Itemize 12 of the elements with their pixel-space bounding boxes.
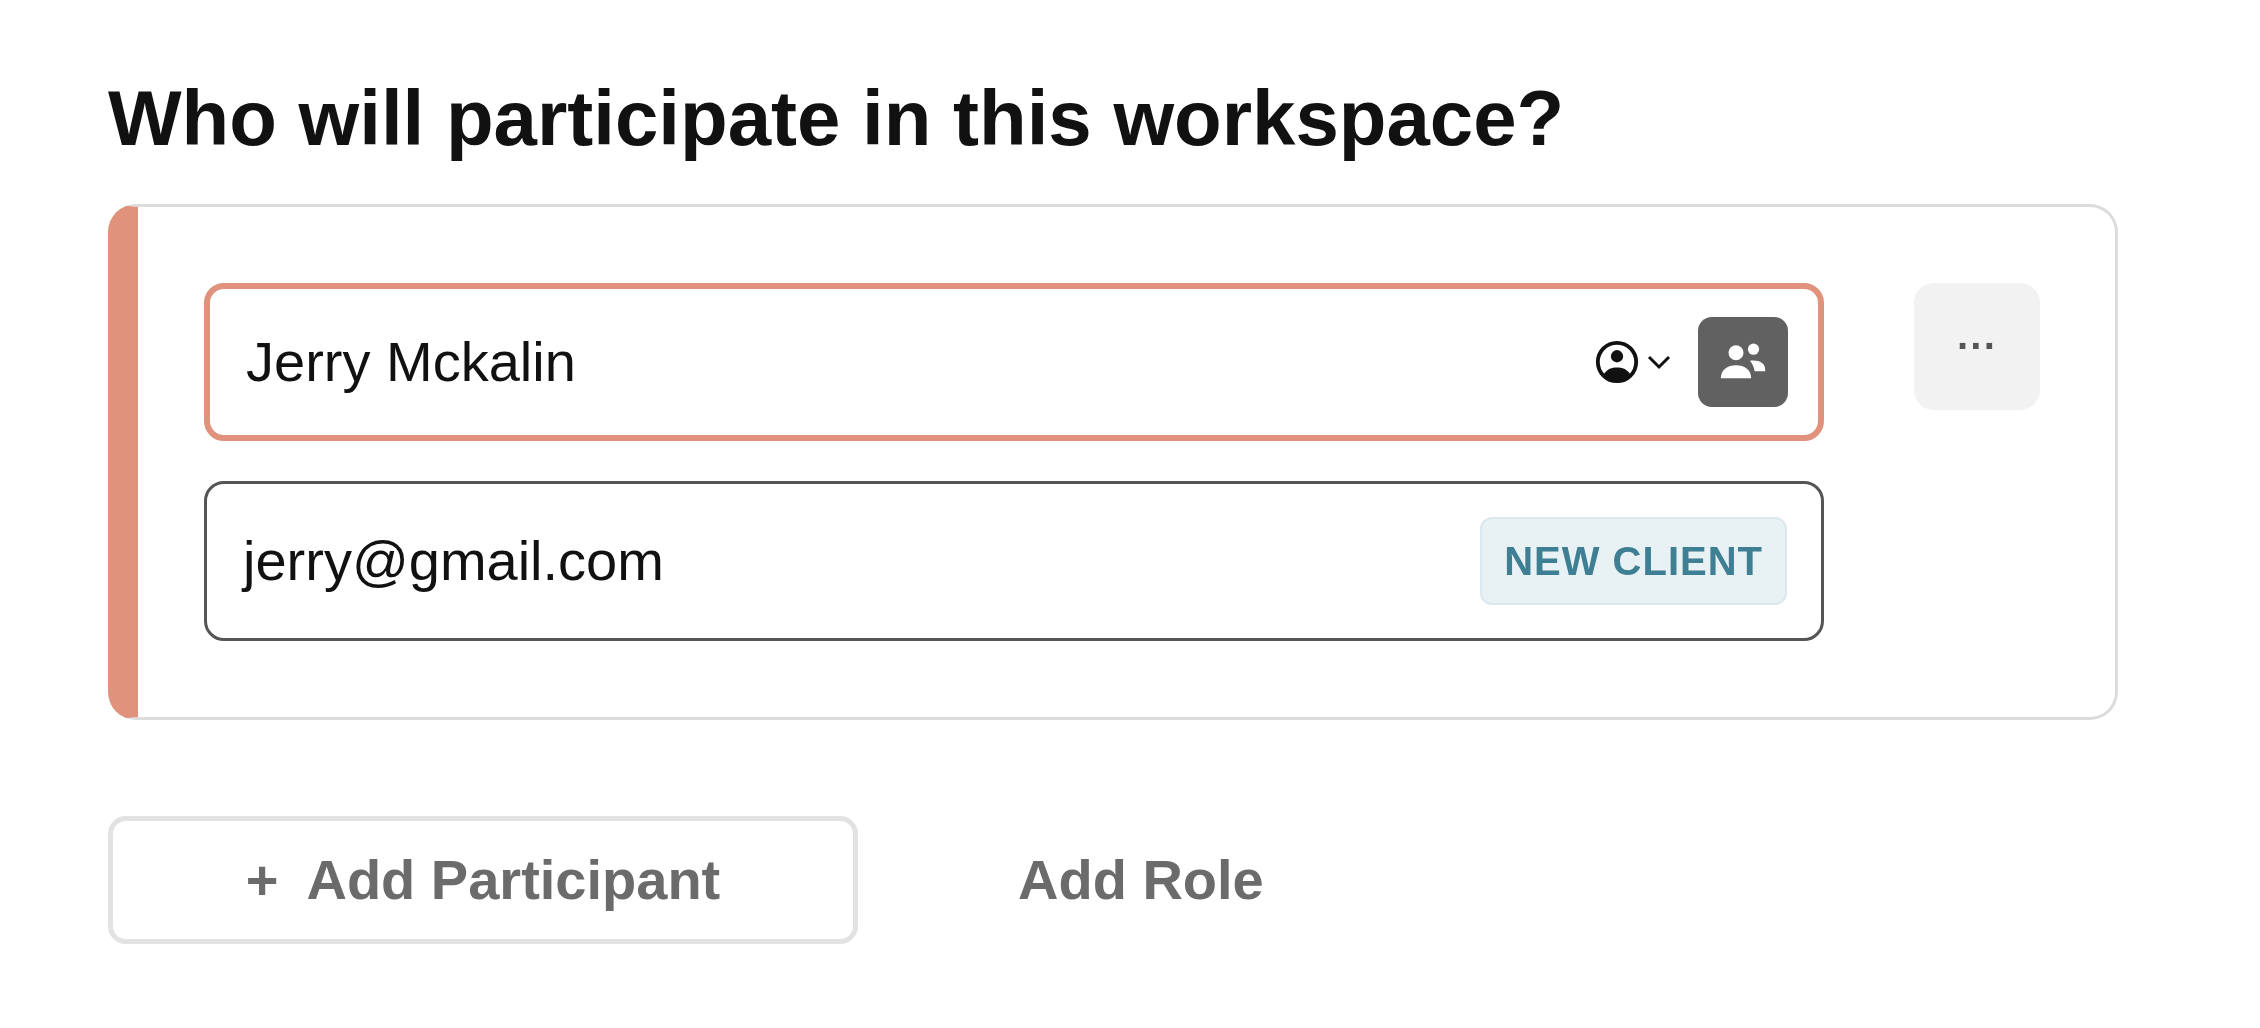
add-role-button[interactable]: Add Role bbox=[1018, 815, 1264, 944]
section-heading: Who will participate in this workspace? bbox=[108, 73, 1566, 164]
user-circle-icon bbox=[1594, 338, 1640, 385]
name-field[interactable]: Jerry Mckalin bbox=[204, 282, 1824, 441]
role-dropdown[interactable] bbox=[1594, 338, 1672, 385]
more-options-button[interactable]: ··· bbox=[1914, 282, 2040, 410]
name-value: Jerry Mckalin bbox=[246, 328, 577, 395]
group-icon[interactable] bbox=[1698, 316, 1788, 407]
status-badge: NEW CLIENT bbox=[1480, 516, 1787, 605]
email-value: jerry@gmail.com bbox=[243, 527, 665, 594]
email-field[interactable]: jerry@gmail.com NEW CLIENT bbox=[204, 480, 1824, 641]
add-participant-button[interactable]: + Add Participant bbox=[108, 815, 858, 944]
